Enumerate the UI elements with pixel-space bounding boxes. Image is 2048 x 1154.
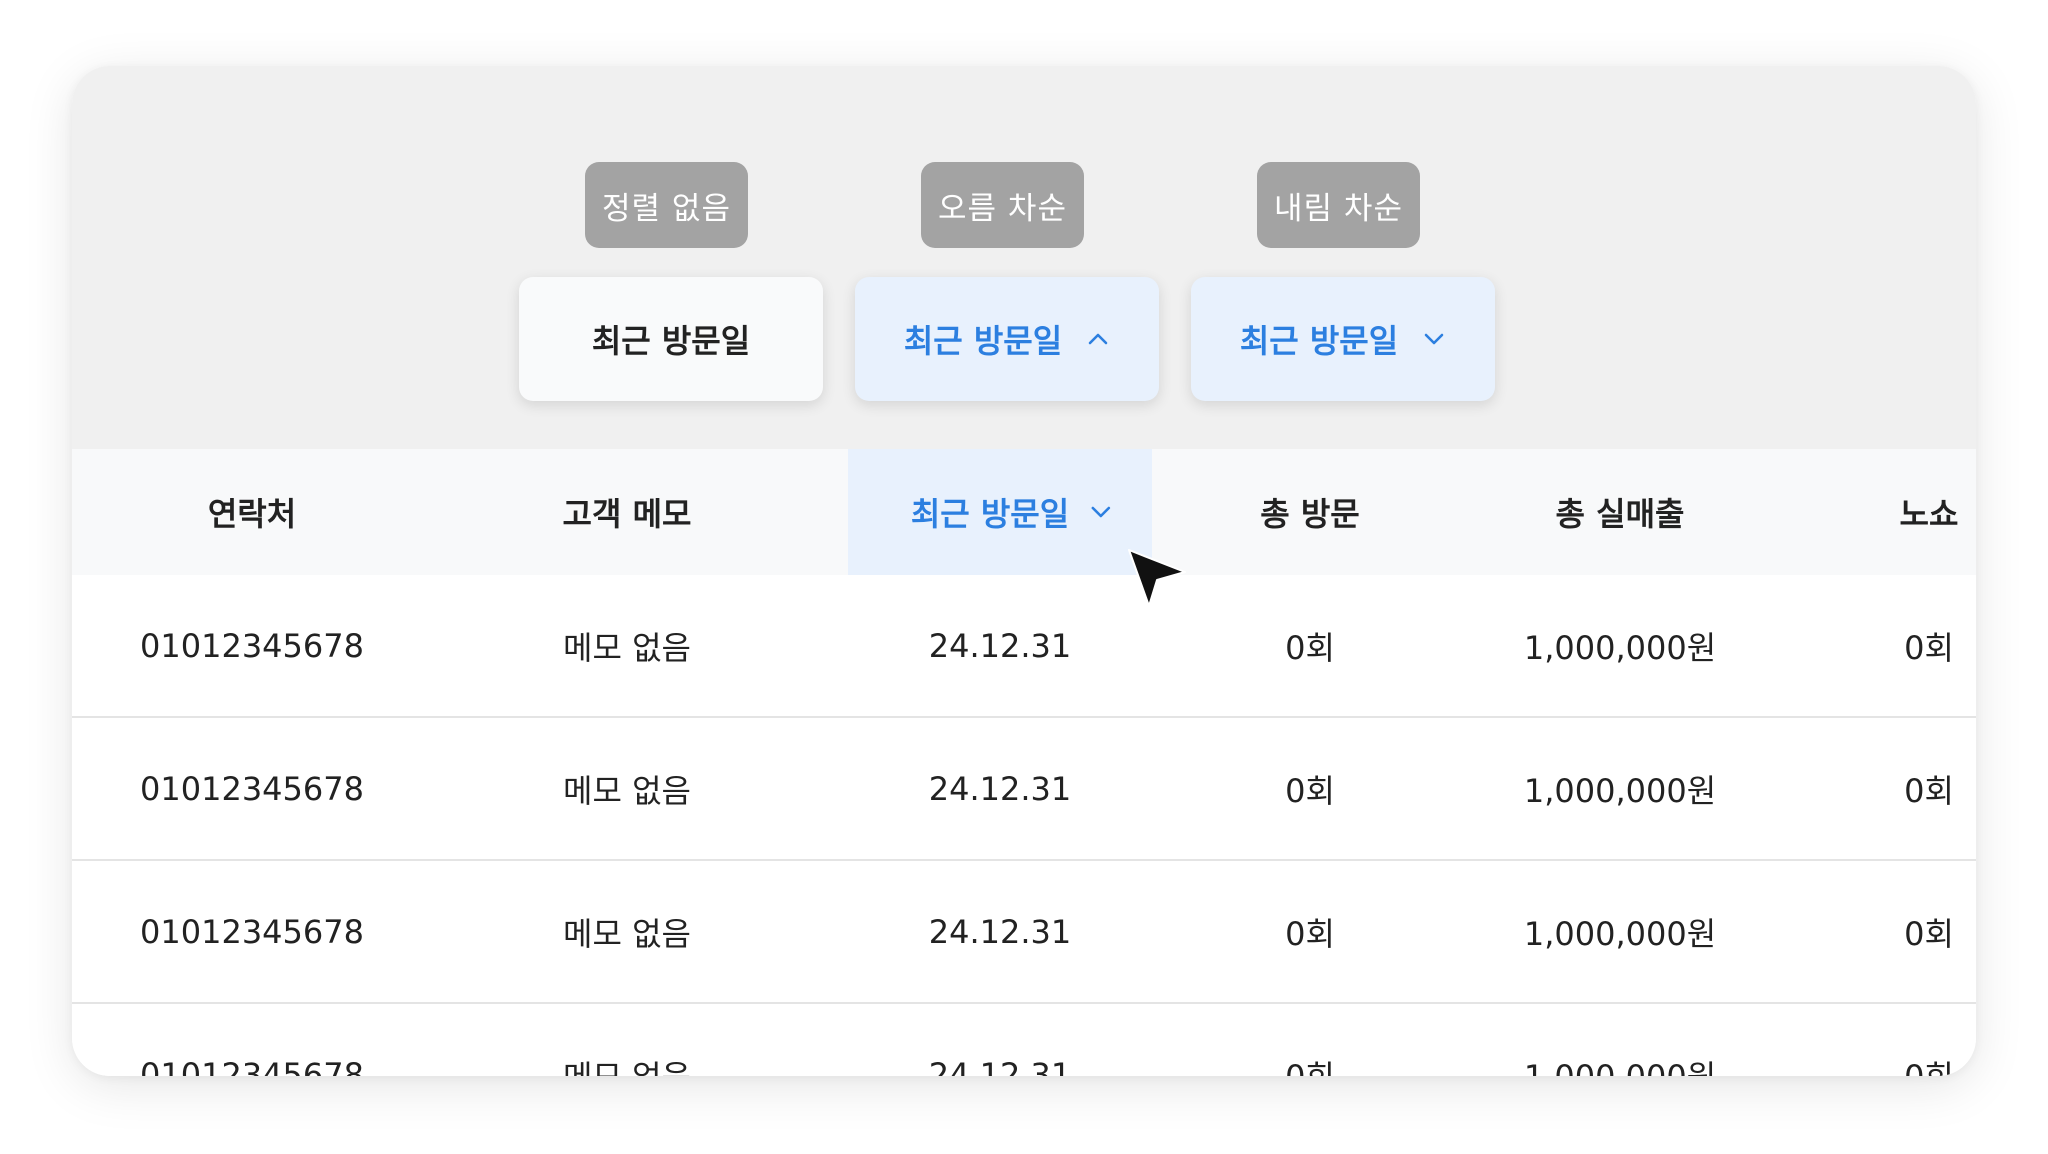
- mouse-cursor-icon: [1127, 548, 1187, 612]
- column-header-contact[interactable]: 연락처: [208, 449, 296, 575]
- column-header-last-visit[interactable]: 최근 방문일: [911, 449, 1113, 575]
- table-row[interactable]: 01012345678 메모 없음 24.12.31 0회 1,000,000원…: [72, 1004, 1976, 1076]
- chevron-down-icon: [1089, 500, 1113, 524]
- chevron-down-icon: [1422, 327, 1446, 351]
- cell-last-visit: 24.12.31: [928, 1055, 1072, 1077]
- sort-button-ascending[interactable]: 최근 방문일: [855, 277, 1159, 401]
- tooltip-ascending: 오름 차순: [921, 162, 1084, 248]
- sort-button-descending[interactable]: 최근 방문일: [1191, 277, 1495, 401]
- sort-button-label: 최근 방문일: [903, 322, 1063, 360]
- sort-button-label: 최근 방문일: [1239, 322, 1399, 360]
- cell-memo: 메모 없음: [563, 1004, 691, 1077]
- sort-button-none[interactable]: 최근 방문일: [519, 277, 823, 401]
- cell-total-visits: 0회: [1285, 1004, 1335, 1077]
- tooltip-no-sort: 정렬 없음: [585, 162, 748, 248]
- tooltip-descending: 내림 차순: [1257, 162, 1420, 248]
- cell-no-show: 0회: [1904, 1004, 1954, 1077]
- cell-last-visit: 24.12.31: [928, 912, 1072, 951]
- sort-states-showcase: 정렬 없음 오름 차순 내림 차순 최근 방문일 최근 방문일 최근 방문일: [72, 66, 1976, 449]
- column-header-total-sales[interactable]: 총 실매출: [1556, 449, 1685, 575]
- cell-contact: 01012345678: [140, 626, 364, 665]
- cell-total-sales: 1,000,000원: [1523, 914, 1717, 953]
- column-header-total-visits[interactable]: 총 방문: [1260, 449, 1359, 575]
- cell-total-visits: 0회: [1285, 771, 1335, 810]
- cell-contact: 01012345678: [140, 769, 364, 808]
- table-header: 연락처 고객 메모 최근 방문일 총 방문 총 실매출 노쇼: [72, 449, 1976, 575]
- cell-no-show: 0회: [1904, 771, 1954, 810]
- cell-no-show: 0회: [1904, 914, 1954, 953]
- sort-button-label: 최근 방문일: [591, 322, 751, 360]
- cell-last-visit: 24.12.31: [928, 769, 1072, 808]
- table-card: 정렬 없음 오름 차순 내림 차순 최근 방문일 최근 방문일 최근 방문일 연…: [72, 66, 1976, 1076]
- table-row[interactable]: 01012345678 메모 없음 24.12.31 0회 1,000,000원…: [72, 718, 1976, 861]
- cell-memo: 메모 없음: [563, 914, 691, 953]
- cell-memo: 메모 없음: [563, 628, 691, 667]
- table-row[interactable]: 01012345678 메모 없음 24.12.31 0회 1,000,000원…: [72, 575, 1976, 718]
- chevron-up-icon: [1086, 327, 1110, 351]
- cell-memo: 메모 없음: [563, 771, 691, 810]
- cell-contact: 01012345678: [140, 1055, 364, 1077]
- cell-contact: 01012345678: [140, 912, 364, 951]
- cell-total-sales: 1,000,000원: [1523, 771, 1717, 810]
- cell-no-show: 0회: [1904, 628, 1954, 667]
- table-row[interactable]: 01012345678 메모 없음 24.12.31 0회 1,000,000원…: [72, 861, 1976, 1004]
- cell-total-sales: 1,000,000원: [1523, 628, 1717, 667]
- column-header-memo[interactable]: 고객 메모: [563, 449, 692, 575]
- cell-total-visits: 0회: [1285, 914, 1335, 953]
- cell-last-visit: 24.12.31: [928, 626, 1072, 665]
- cell-total-sales: 1,000,000원: [1524, 1004, 1716, 1077]
- column-header-no-show[interactable]: 노쇼: [1900, 449, 1959, 575]
- cell-total-visits: 0회: [1285, 628, 1335, 667]
